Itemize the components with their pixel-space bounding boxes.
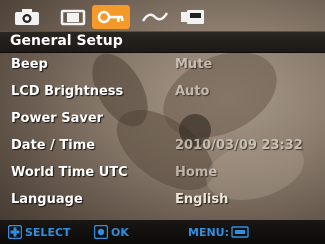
ok-button-icon <box>94 225 108 239</box>
select-hint: SELECT <box>8 224 71 240</box>
dpad-icon <box>8 225 22 239</box>
setting-value: Home <box>175 165 218 180</box>
print-icon <box>181 10 204 24</box>
camera-settings-screen: General Setup Beep Mute LCD Brightness A… <box>0 0 325 244</box>
setup-key-icon <box>97 10 124 24</box>
setting-value: English <box>175 192 229 207</box>
setting-value: Mute <box>175 57 213 72</box>
mode-tab-bar <box>6 2 306 30</box>
setting-value: 2010/03/09 23:32 <box>175 138 303 153</box>
tab-print[interactable] <box>174 5 212 29</box>
tab-camera[interactable] <box>8 5 46 29</box>
section-title: General Setup <box>10 33 123 49</box>
setting-row-date-time[interactable]: Date / Time 2010/03/09 23:32 <box>0 135 325 161</box>
section-header: General Setup <box>0 31 325 53</box>
button-hint-bar: SELECT OK MENU: <box>0 220 325 244</box>
menu-hint-label: MENU: <box>188 225 229 239</box>
tab-setup[interactable] <box>92 5 130 29</box>
setting-row-beep[interactable]: Beep Mute <box>0 54 325 80</box>
setting-value: Auto <box>175 84 210 99</box>
setting-row-language[interactable]: Language English <box>0 189 325 215</box>
setting-label: Date / Time <box>11 138 96 153</box>
movie-icon <box>60 9 86 26</box>
setting-label: Language <box>11 192 83 207</box>
setting-label: Beep <box>11 57 48 72</box>
setting-label: World Time UTC <box>11 165 128 180</box>
playback-curve-icon <box>141 12 169 22</box>
setting-label: Power Saver <box>11 111 104 126</box>
ok-hint: OK <box>94 224 129 240</box>
back-return-icon <box>231 226 249 238</box>
setting-row-lcd-brightness[interactable]: LCD Brightness Auto <box>0 81 325 107</box>
setting-row-world-time[interactable]: World Time UTC Home <box>0 162 325 188</box>
tab-playback[interactable] <box>136 5 174 29</box>
select-hint-label: SELECT <box>25 225 71 239</box>
setting-row-power-saver[interactable]: Power Saver <box>0 108 325 134</box>
camera-icon <box>15 9 39 25</box>
menu-hint: MENU: <box>188 224 249 240</box>
tab-movie[interactable] <box>54 5 92 29</box>
setting-label: LCD Brightness <box>11 84 124 99</box>
ok-hint-label: OK <box>111 225 129 239</box>
